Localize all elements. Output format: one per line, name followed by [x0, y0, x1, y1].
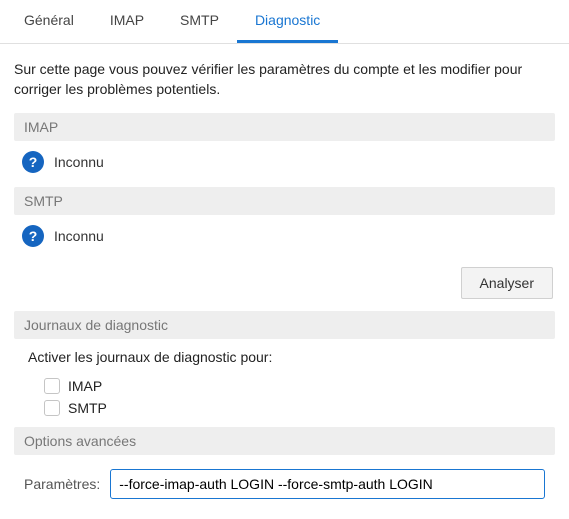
- analyze-button-row: Analyser: [14, 261, 555, 311]
- logs-imap-label: IMAP: [68, 378, 102, 394]
- logs-smtp-label: SMTP: [68, 400, 107, 416]
- diagnostic-panel: Sur cette page vous pouvez vérifier les …: [0, 44, 569, 519]
- params-label: Paramètres:: [24, 476, 100, 492]
- smtp-status-row: ? Inconnu: [14, 215, 555, 261]
- advanced-section-header: Options avancées: [14, 427, 555, 455]
- logs-imap-checkbox[interactable]: [44, 378, 60, 394]
- tab-imap[interactable]: IMAP: [92, 0, 162, 43]
- question-icon: ?: [22, 151, 44, 173]
- advanced-params-row: Paramètres:: [14, 455, 555, 509]
- logs-smtp-row: SMTP: [28, 397, 545, 419]
- logs-section-header: Journaux de diagnostic: [14, 311, 555, 339]
- imap-status-row: ? Inconnu: [14, 141, 555, 187]
- tab-general[interactable]: Général: [6, 0, 92, 43]
- logs-subsection: Activer les journaux de diagnostic pour:…: [14, 339, 555, 423]
- tab-smtp[interactable]: SMTP: [162, 0, 237, 43]
- logs-smtp-checkbox[interactable]: [44, 400, 60, 416]
- smtp-section-header: SMTP: [14, 187, 555, 215]
- intro-text: Sur cette page vous pouvez vérifier les …: [14, 60, 555, 99]
- imap-status-text: Inconnu: [54, 154, 104, 170]
- tab-diagnostic[interactable]: Diagnostic: [237, 0, 338, 43]
- params-input[interactable]: [110, 469, 545, 499]
- logs-enable-label: Activer les journaux de diagnostic pour:: [28, 349, 545, 365]
- smtp-status-text: Inconnu: [54, 228, 104, 244]
- logs-imap-row: IMAP: [28, 375, 545, 397]
- analyze-button[interactable]: Analyser: [461, 267, 553, 299]
- tab-bar: Général IMAP SMTP Diagnostic: [0, 0, 569, 44]
- imap-section-header: IMAP: [14, 113, 555, 141]
- question-icon: ?: [22, 225, 44, 247]
